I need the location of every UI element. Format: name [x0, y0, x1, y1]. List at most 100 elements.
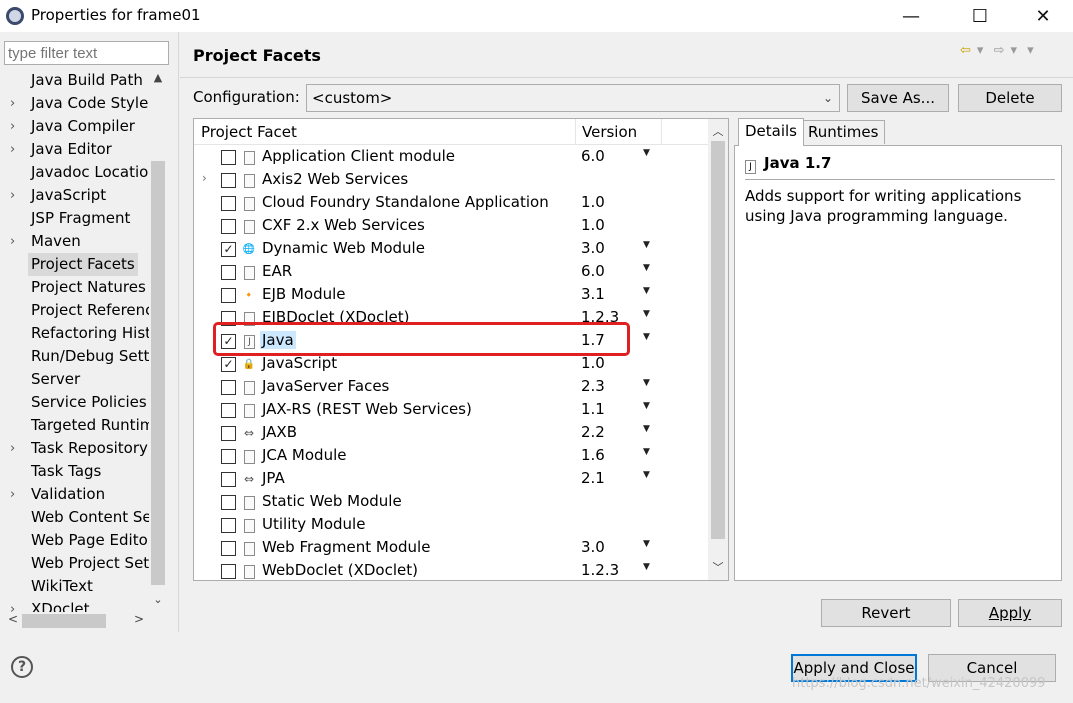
facet-version[interactable]: 1.7 [581, 331, 605, 349]
tab-details[interactable]: Details [738, 118, 805, 146]
delete-button[interactable]: Delete [958, 84, 1062, 112]
version-dropdown-icon[interactable]: ▼ [643, 286, 650, 296]
scrollbar-thumb[interactable] [22, 614, 106, 628]
scrollbar-thumb[interactable] [151, 161, 165, 585]
facet-vertical-scrollbar[interactable]: ︿ ﹀ [708, 119, 728, 580]
table-row[interactable]: › Axis2 Web Services [194, 169, 708, 192]
table-row[interactable]: 🔸 EJB Module 3.1 ▼ [194, 284, 708, 307]
sidebar-item[interactable]: › Java Compiler [4, 115, 150, 138]
chevron-right-icon[interactable]: › [10, 437, 15, 460]
apply-button[interactable]: Apply [958, 599, 1062, 627]
table-row[interactable]: JAX-RS (REST Web Services) 1.1 ▼ [194, 399, 708, 422]
forward-menu-icon[interactable]: ▾ [1010, 43, 1017, 58]
facet-checkbox[interactable] [221, 564, 236, 579]
sidebar-item[interactable]: › XDoclet [4, 598, 150, 612]
facet-checkbox[interactable] [221, 265, 236, 280]
version-dropdown-icon[interactable]: ▼ [643, 562, 650, 572]
facet-checkbox[interactable] [221, 311, 236, 326]
facet-checkbox[interactable]: ✓ [221, 357, 236, 372]
facet-version[interactable]: 3.0 [581, 538, 605, 556]
version-dropdown-icon[interactable]: ▼ [643, 424, 650, 434]
sidebar-item[interactable]: Run/Debug Settings [4, 345, 150, 368]
revert-button[interactable]: Revert [821, 599, 951, 627]
sidebar-item[interactable]: Web Page Editor [4, 529, 150, 552]
close-button[interactable]: ✕ [1020, 0, 1066, 32]
facet-checkbox[interactable] [221, 495, 236, 510]
facet-checkbox[interactable] [221, 173, 236, 188]
version-dropdown-icon[interactable]: ▼ [643, 309, 650, 319]
help-icon[interactable]: ? [11, 656, 33, 678]
facet-checkbox[interactable]: ✓ [221, 242, 236, 257]
sidebar-item[interactable]: › Maven [4, 230, 150, 253]
pane-divider[interactable] [178, 32, 179, 632]
sidebar-item[interactable]: Server [4, 368, 150, 391]
facet-version[interactable]: 1.6 [581, 446, 605, 464]
forward-icon[interactable]: ⇨ [994, 43, 1005, 58]
facet-checkbox[interactable] [221, 196, 236, 211]
scroll-up-icon[interactable]: ▲ [151, 71, 165, 87]
chevron-right-icon[interactable]: › [10, 598, 15, 612]
version-dropdown-icon[interactable]: ▼ [643, 470, 650, 480]
facet-version[interactable]: 3.1 [581, 285, 605, 303]
facet-version[interactable]: 1.2.3 [581, 308, 619, 326]
sidebar-vertical-scrollbar[interactable]: ▲ ⌄ [149, 69, 167, 612]
table-row[interactable]: EJBDoclet (XDoclet) 1.2.3 ▼ [194, 307, 708, 330]
filter-input[interactable] [4, 41, 169, 65]
facet-version[interactable]: 6.0 [581, 262, 605, 280]
version-dropdown-icon[interactable]: ▼ [643, 378, 650, 388]
sidebar-item[interactable]: › Task Repository [4, 437, 150, 460]
version-dropdown-icon[interactable]: ▼ [643, 539, 650, 549]
facet-checkbox[interactable]: ✓ [221, 334, 236, 349]
column-separator[interactable] [661, 119, 662, 145]
table-row[interactable]: Application Client module 6.0 ▼ [194, 146, 708, 169]
chevron-right-icon[interactable]: › [10, 138, 15, 161]
version-dropdown-icon[interactable]: ▼ [643, 332, 650, 342]
sidebar-item[interactable]: Javadoc Location [4, 161, 150, 184]
facet-checkbox[interactable] [221, 150, 236, 165]
view-menu-icon[interactable]: ▾ [1027, 43, 1034, 58]
sidebar-item[interactable]: Task Tags [4, 460, 150, 483]
sidebar-item[interactable]: Project Natures [4, 276, 150, 299]
sidebar-item[interactable]: › Validation [4, 483, 150, 506]
column-separator[interactable] [575, 119, 576, 145]
facet-version[interactable]: 1.0 [581, 193, 605, 211]
facet-version[interactable]: 1.0 [581, 216, 605, 234]
version-dropdown-icon[interactable]: ▼ [643, 447, 650, 457]
maximize-button[interactable]: ☐ [957, 0, 1003, 32]
facet-version[interactable]: 2.1 [581, 469, 605, 487]
facet-checkbox[interactable] [221, 219, 236, 234]
column-header-facet[interactable]: Project Facet [201, 123, 297, 141]
back-icon[interactable]: ⇦ [960, 43, 971, 58]
table-row[interactable]: EAR 6.0 ▼ [194, 261, 708, 284]
facet-checkbox[interactable] [221, 426, 236, 441]
table-row[interactable]: ⇔ JPA 2.1 ▼ [194, 468, 708, 491]
scroll-right-icon[interactable]: > [134, 612, 144, 626]
table-row[interactable]: CXF 2.x Web Services 1.0 [194, 215, 708, 238]
facet-checkbox[interactable] [221, 380, 236, 395]
save-as-button[interactable]: Save As... [847, 84, 949, 112]
facet-version[interactable]: 1.1 [581, 400, 605, 418]
back-menu-icon[interactable]: ▾ [977, 43, 984, 58]
table-row[interactable]: ✓ J Java 1.7 ▼ [194, 330, 708, 353]
facet-version[interactable]: 1.0 [581, 354, 605, 372]
minimize-button[interactable]: — [888, 0, 934, 32]
scroll-left-icon[interactable]: < [8, 612, 18, 626]
facet-checkbox[interactable] [221, 403, 236, 418]
chevron-right-icon[interactable]: › [10, 483, 15, 506]
version-dropdown-icon[interactable]: ▼ [643, 263, 650, 273]
expand-icon[interactable]: › [202, 171, 207, 185]
sidebar-item[interactable]: Project Facets [4, 253, 150, 276]
chevron-right-icon[interactable]: › [10, 115, 15, 138]
table-row[interactable]: Utility Module [194, 514, 708, 537]
version-dropdown-icon[interactable]: ▼ [643, 240, 650, 250]
sidebar-item[interactable]: › Java Editor [4, 138, 150, 161]
facet-version[interactable]: 1.2.3 [581, 561, 619, 579]
facet-version[interactable]: 2.3 [581, 377, 605, 395]
facet-checkbox[interactable] [221, 472, 236, 487]
facet-version[interactable]: 6.0 [581, 147, 605, 165]
sidebar-item[interactable]: Project References [4, 299, 150, 322]
facet-version[interactable]: 2.2 [581, 423, 605, 441]
sidebar-item[interactable]: Web Content Settings [4, 506, 150, 529]
sidebar-item[interactable]: Web Project Settings [4, 552, 150, 575]
configuration-select[interactable]: <custom> ⌄ [306, 84, 840, 112]
